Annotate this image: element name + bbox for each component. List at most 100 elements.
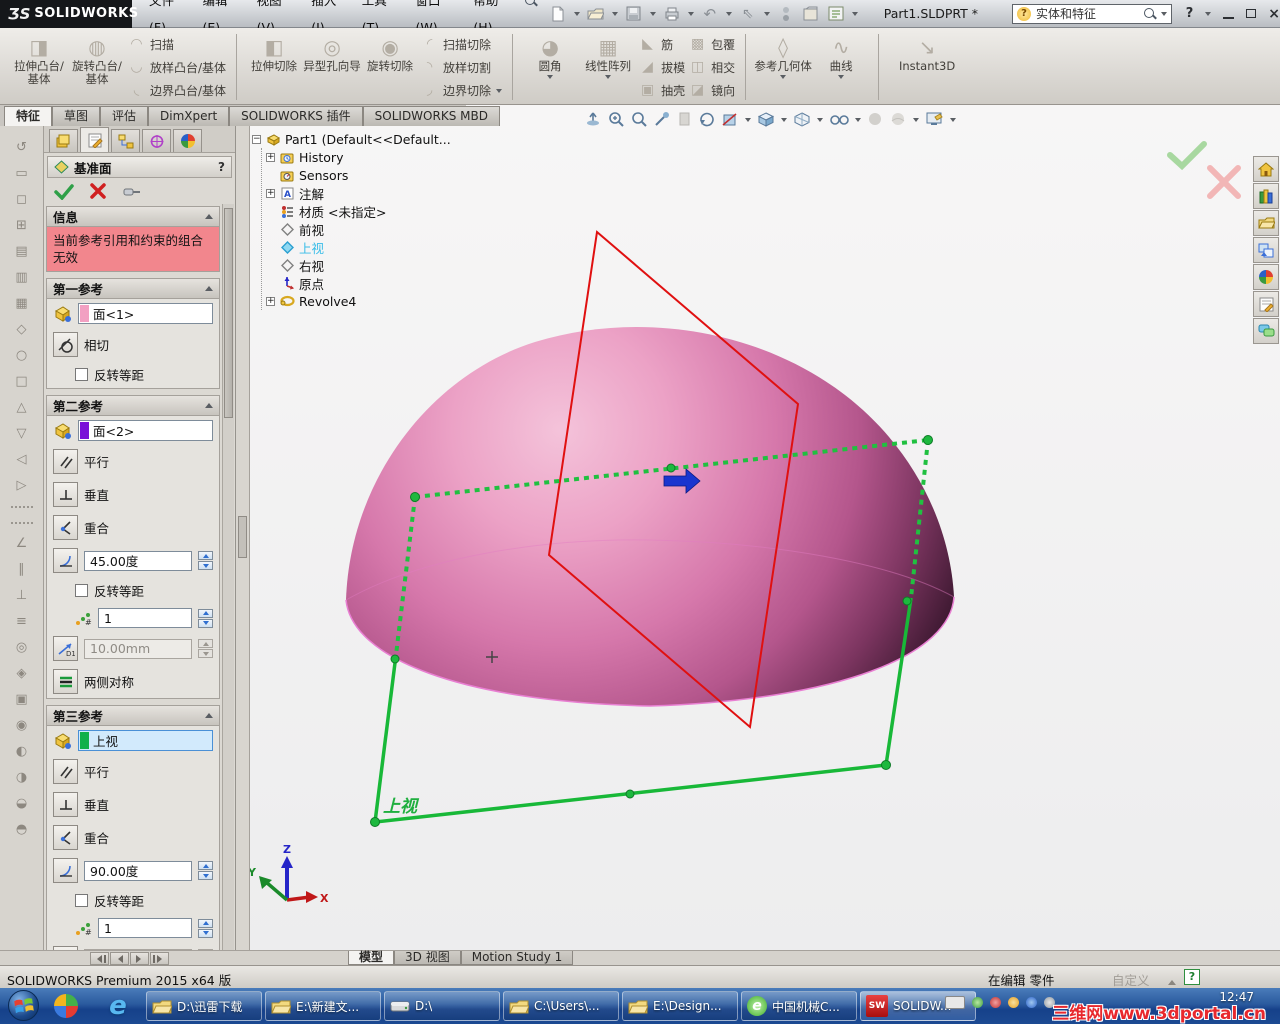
boundary-boss-button[interactable]: ◟ 边界凸台/基体 — [128, 80, 226, 100]
draft-button[interactable]: ◢ 拔模 — [639, 57, 685, 77]
left-toolbar-icon[interactable]: ○ — [9, 346, 35, 366]
help-dropdown[interactable] — [1205, 12, 1212, 19]
left-toolbar-icon[interactable]: ◎ — [9, 638, 35, 658]
third-reference-header[interactable]: 第三参考 — [47, 706, 219, 726]
left-toolbar-icon[interactable]: ▦ — [9, 294, 35, 314]
last-tab-button[interactable] — [150, 952, 169, 965]
tab-sw-addins[interactable]: SOLIDWORKS 插件 — [229, 106, 363, 126]
curves-dropdown[interactable] — [838, 75, 845, 82]
search-input[interactable]: 实体和特征 — [1036, 5, 1138, 22]
view-orientation-dropdown[interactable] — [781, 117, 787, 125]
reference-geometry-button[interactable]: ◊ 参考几何体 — [754, 32, 812, 102]
search-help-icon[interactable]: ? — [1017, 6, 1032, 21]
status-expand-icon[interactable] — [1168, 976, 1176, 985]
plane-count-input-3[interactable]: 1 — [98, 918, 192, 938]
collapse-icon[interactable] — [205, 709, 213, 718]
angle-button-3[interactable] — [53, 858, 78, 883]
wrap-button[interactable]: ▩ 包覆 — [689, 34, 735, 54]
distance-button-2[interactable]: D1 — [53, 636, 78, 661]
taskbar-button-browser[interactable]: e 中国机械C... — [741, 991, 857, 1021]
3d-views-tab[interactable]: 3D 视图 — [394, 951, 461, 965]
rib-button[interactable]: ◣ 筋 — [639, 34, 685, 54]
mid-plane-button-2[interactable] — [53, 669, 78, 694]
view-settings-icon[interactable] — [925, 111, 944, 127]
count-spinner-2[interactable] — [198, 608, 213, 628]
taskbar-button-users-folder[interactable]: C:\Users\... — [503, 991, 619, 1021]
zoom-in-out-icon[interactable] — [631, 111, 648, 128]
tree-item-origin[interactable]: 原点 — [266, 274, 482, 292]
left-toolbar-icon[interactable]: ◐ — [9, 742, 35, 762]
configurationmanager-tab[interactable] — [111, 129, 140, 152]
appearances-button[interactable] — [1253, 264, 1279, 290]
new-document-icon[interactable] — [549, 5, 567, 23]
third-reference-field[interactable]: 上视 — [78, 730, 213, 751]
select-dropdown[interactable] — [763, 12, 770, 19]
coincident-button-2[interactable] — [53, 515, 78, 540]
perpendicular-button-3[interactable] — [53, 792, 78, 817]
undo-icon[interactable]: ↶ — [701, 5, 719, 23]
left-toolbar-icon[interactable]: ∠ — [9, 534, 35, 554]
fillet-dropdown[interactable] — [547, 75, 554, 82]
search-box[interactable]: ? 实体和特征 — [1012, 3, 1172, 24]
perpendicular-button-2[interactable] — [53, 482, 78, 507]
pattern-dropdown[interactable] — [605, 75, 612, 82]
tree-item-history[interactable]: + History — [266, 148, 482, 166]
tangent-button[interactable] — [53, 332, 78, 357]
angle-spinner-2[interactable] — [198, 551, 213, 570]
flip-offset-checkbox-1[interactable] — [75, 368, 88, 381]
rebuild-icon[interactable] — [777, 5, 795, 23]
flip-offset-checkbox-2[interactable] — [75, 584, 88, 597]
linear-pattern-button[interactable]: ▦ 线性阵列 — [579, 32, 637, 102]
tab-sw-mbd[interactable]: SOLIDWORKS MBD — [362, 106, 500, 126]
tray-network-icon[interactable] — [1026, 997, 1037, 1008]
taskbar-button-new-folder[interactable]: E:\新建文... — [265, 991, 381, 1021]
zoom-to-fit-icon[interactable] — [585, 111, 602, 128]
reference-dropdown[interactable] — [780, 75, 787, 82]
expand-box[interactable]: + — [266, 296, 275, 306]
instant3d-button[interactable]: ↘ Instant3D — [887, 32, 967, 102]
menu-search-icon[interactable] — [524, 0, 535, 7]
extruded-boss-button[interactable]: ◨ 拉伸凸台/基体 — [10, 32, 68, 102]
swept-boss-button[interactable]: ◠ 扫描 — [128, 34, 226, 54]
task-pane-home-button[interactable] — [1253, 156, 1279, 182]
property-help-button[interactable]: ? — [218, 160, 225, 174]
options-icon[interactable] — [827, 5, 845, 23]
confirm-ok-icon[interactable] — [1167, 141, 1207, 171]
left-toolbar-icon[interactable]: ▥ — [9, 268, 35, 288]
cut-dropdown[interactable] — [496, 88, 503, 96]
left-toolbar-icon[interactable]: ◻ — [9, 190, 35, 210]
left-toolbar-icon[interactable]: ≡ — [9, 612, 35, 632]
next-tab-button[interactable] — [130, 952, 149, 965]
first-tab-button[interactable] — [90, 952, 109, 965]
left-toolbar-icon[interactable]: ◁ — [9, 450, 35, 470]
coincident-button-3[interactable] — [53, 825, 78, 850]
options-dropdown[interactable] — [851, 12, 858, 19]
left-toolbar-icon[interactable]: ▭ — [9, 164, 35, 184]
tree-item-annotations[interactable]: + A 注解 — [266, 184, 482, 202]
panel-splitter[interactable] — [236, 126, 250, 950]
taskbar-button-thunder-folder[interactable]: D:\迅雷下载 — [146, 991, 262, 1021]
curves-button[interactable]: ∿ 曲线 — [812, 32, 870, 102]
extruded-cut-button[interactable]: ◧ 拉伸切除 — [245, 32, 303, 102]
taskbar-button-drive-d[interactable]: D:\ — [384, 991, 500, 1021]
tree-item-front-plane[interactable]: 前视 — [266, 220, 482, 238]
save-icon[interactable] — [625, 5, 643, 23]
save-dropdown[interactable] — [649, 12, 656, 19]
print-icon[interactable] — [663, 5, 681, 23]
rotate-view-icon[interactable] — [698, 111, 715, 128]
revolved-boss-button[interactable]: ◍ 旋转凸台/基体 — [68, 32, 126, 102]
design-library-button[interactable] — [1253, 183, 1279, 209]
section-dropdown[interactable] — [745, 117, 751, 125]
display-style-dropdown[interactable] — [817, 117, 823, 125]
input-method-icon[interactable] — [945, 996, 965, 1009]
search-icon[interactable] — [1143, 7, 1156, 20]
view-orientation-icon[interactable] — [757, 111, 775, 128]
display-style-icon[interactable] — [793, 111, 811, 128]
dimxpertmanager-tab[interactable] — [142, 129, 171, 152]
info-group-header[interactable]: 信息 — [47, 207, 219, 227]
pin-button[interactable] — [122, 184, 142, 199]
fillet-button[interactable]: ◕ 圆角 — [521, 32, 579, 102]
tree-item-right-plane[interactable]: 右视 — [266, 256, 482, 274]
file-properties-icon[interactable] — [802, 5, 820, 23]
select-icon[interactable]: ⇖ — [739, 5, 757, 23]
